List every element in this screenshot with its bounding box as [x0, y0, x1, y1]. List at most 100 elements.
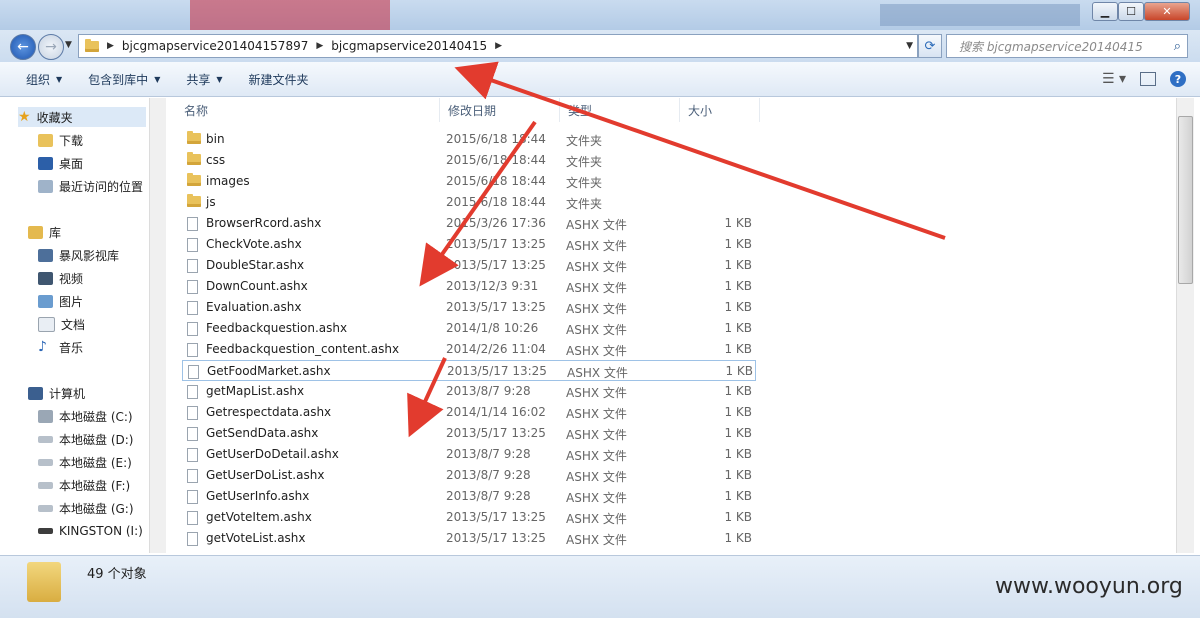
column-header-date[interactable]: 修改日期	[440, 98, 560, 122]
nav-label: 音乐	[59, 340, 84, 355]
nav-documents[interactable]: 文档	[38, 314, 85, 334]
file-date: 2013/5/17 13:25	[446, 258, 546, 272]
maximize-button[interactable]: ☐	[1118, 2, 1144, 21]
file-size: 1 KB	[724, 258, 752, 272]
file-date: 2013/8/7 9:28	[446, 447, 531, 461]
file-name: GetUserInfo.ashx	[206, 489, 310, 503]
file-row[interactable]: GetUserInfo.ashx 2013/8/7 9:28 ASHX 文件 1 KB	[182, 486, 756, 507]
file-type: ASHX 文件	[566, 218, 627, 232]
search-icon[interactable]: ⌕	[1174, 39, 1181, 54]
organize-menu[interactable]: 组织 ▼	[20, 68, 68, 91]
back-button[interactable]: ←	[10, 34, 36, 60]
file-name: getVoteList.ashx	[206, 531, 306, 545]
file-row[interactable]: Feedbackquestion.ashx 2014/1/8 10:26 ASHX …	[182, 318, 756, 339]
drive-icon	[38, 435, 53, 443]
chevron-right-icon[interactable]: ▶	[495, 41, 502, 51]
breadcrumb-item[interactable]: bjcgmapservice20140415	[331, 39, 487, 53]
folder-row[interactable]: css 2015/6/18 18:44 文件夹	[182, 150, 756, 171]
file-row[interactable]: getVoteItem.ashx 2013/5/17 13:25 ASHX 文件 1 …	[182, 507, 756, 528]
navigation-pane: ★ 收藏夹 下载 桌面 最近访问的位置 库 暴风影视库 视频 图片 文档 ♪ 音…	[8, 98, 148, 553]
nav-label: 本地磁盘 (D:)	[59, 432, 134, 447]
folder-icon	[187, 194, 201, 207]
file-name: Feedbackquestion_content.ashx	[206, 342, 400, 356]
document-icon	[38, 316, 55, 332]
folder-row[interactable]: images 2015/6/18 18:44 文件夹	[182, 171, 756, 192]
file-type: ASHX 文件	[566, 407, 627, 421]
nav-disk-f[interactable]: 本地磁盘 (F:)	[38, 475, 130, 495]
file-size: 1 KB	[725, 364, 753, 378]
file-row[interactable]: GetSendData.ashx 2013/5/17 13:25 ASHX 文件 1 …	[182, 423, 756, 444]
file-row[interactable]: Getrespectdata.ashx 2014/1/14 16:02 ASHX 文…	[182, 402, 756, 423]
file-row[interactable]: GetFoodMarket.ashx 2013/5/17 13:25 ASHX 文件…	[182, 360, 756, 381]
file-size: 1 KB	[724, 321, 752, 335]
forward-button[interactable]: →	[38, 34, 64, 60]
library-icon	[28, 225, 43, 239]
help-icon[interactable]: ?	[1170, 71, 1186, 87]
nav-label: 本地磁盘 (F:)	[59, 478, 131, 493]
nav-downloads[interactable]: 下载	[38, 130, 83, 150]
nav-videos[interactable]: 视频	[38, 268, 83, 288]
nav-baofeng[interactable]: 暴风影视库	[38, 245, 119, 265]
file-row[interactable]: getVoteList.ashx 2013/5/17 13:25 ASHX 文件 1 …	[182, 528, 756, 549]
nav-disk-d[interactable]: 本地磁盘 (D:)	[38, 429, 133, 449]
folder-row[interactable]: bin 2015/6/18 18:44 文件夹	[182, 129, 756, 150]
file-type: ASHX 文件	[566, 239, 627, 253]
file-row[interactable]: BrowserRcord.ashx 2015/3/26 17:36 ASHX 文件 1…	[182, 213, 756, 234]
nav-music[interactable]: ♪ 音乐	[38, 337, 83, 357]
nav-pictures[interactable]: 图片	[38, 291, 83, 311]
column-label: 大小	[688, 103, 713, 118]
column-header-name[interactable]: 名称	[176, 98, 440, 122]
new-folder-button[interactable]: 新建文件夹	[243, 68, 315, 91]
minimize-button[interactable]: ▁	[1092, 2, 1118, 21]
scrollbar-thumb[interactable]	[1178, 116, 1193, 284]
chevron-down-icon: ▼	[154, 74, 161, 84]
search-input[interactable]: 搜索 bjcgmapservice20140415	[947, 38, 1174, 55]
folder-row[interactable]: js 2015/6/18 18:44 文件夹	[182, 192, 756, 213]
share-menu[interactable]: 共享 ▼	[180, 68, 228, 91]
include-library-menu[interactable]: 包含到库中 ▼	[82, 68, 166, 91]
file-icon	[187, 427, 198, 441]
file-type: 文件夹	[566, 176, 603, 190]
folder-icon	[27, 562, 61, 602]
address-bar[interactable]: ▶ bjcgmapservice201404157897 ▶ bjcgmapse…	[78, 34, 918, 58]
file-row[interactable]: DoubleStar.ashx 2013/5/17 13:25 ASHX 文件 1 K…	[182, 255, 756, 276]
preview-pane-icon[interactable]	[1140, 72, 1156, 86]
file-row[interactable]: getMapList.ashx 2013/8/7 9:28 ASHX 文件 1 KB	[182, 381, 756, 402]
nav-kingston[interactable]: KINGSTON (I:)	[38, 521, 143, 541]
nav-disk-e[interactable]: 本地磁盘 (E:)	[38, 452, 132, 472]
navigation-pane-scrollbar[interactable]	[149, 98, 166, 553]
file-name: images	[206, 174, 250, 188]
nav-recent[interactable]: 最近访问的位置	[38, 176, 143, 196]
file-row[interactable]: GetUserDoList.ashx 2013/8/7 9:28 ASHX 文件 1 …	[182, 465, 756, 486]
file-row[interactable]: GetUserDoDetail.ashx 2013/8/7 9:28 ASHX 文件…	[182, 444, 756, 465]
refresh-button[interactable]: ⟳	[918, 34, 942, 58]
breadcrumb-item[interactable]: bjcgmapservice201404157897	[122, 39, 308, 53]
column-label: 名称	[184, 103, 209, 118]
column-header-size[interactable]: 大小	[680, 98, 760, 122]
nav-disk-c[interactable]: 本地磁盘 (C:)	[38, 406, 133, 426]
view-options-icon[interactable]: ☰ ▾	[1102, 71, 1126, 87]
history-dropdown-icon[interactable]: ▼	[65, 40, 72, 50]
file-row[interactable]: DownCount.ashx 2013/12/3 9:31 ASHX 文件 1 KB	[182, 276, 756, 297]
drive-icon	[38, 458, 53, 466]
close-button[interactable]: ✕	[1144, 2, 1190, 21]
file-date: 2014/1/14 16:02	[446, 405, 546, 419]
nav-desktop[interactable]: 桌面	[38, 153, 83, 173]
drive-icon	[38, 409, 53, 423]
file-row[interactable]: Evaluation.ashx 2013/5/17 13:25 ASHX 文件 1 K…	[182, 297, 756, 318]
nav-favorites[interactable]: ★ 收藏夹	[18, 107, 146, 127]
file-list: 名称 修改日期 类型 大小 bin 2015/6/18 18:44 文件夹 css 20…	[168, 98, 1174, 553]
nav-computer[interactable]: 计算机	[28, 383, 85, 403]
folder-icon	[187, 152, 201, 165]
file-size: 1 KB	[724, 510, 752, 524]
address-dropdown-icon[interactable]: ▼	[906, 41, 913, 51]
file-row[interactable]: Feedbackquestion_content.ashx 2014/2/26 1…	[182, 339, 756, 360]
column-header-type[interactable]: 类型	[560, 98, 680, 122]
file-row[interactable]: CheckVote.ashx 2013/5/17 13:25 ASHX 文件 1 KB	[182, 234, 756, 255]
file-type: ASHX 文件	[566, 323, 627, 337]
nav-libraries[interactable]: 库	[28, 222, 61, 242]
nav-disk-g[interactable]: 本地磁盘 (G:)	[38, 498, 134, 518]
search-box[interactable]: 搜索 bjcgmapservice20140415 ⌕	[946, 34, 1188, 58]
file-icon	[187, 238, 198, 252]
file-type: ASHX 文件	[566, 302, 627, 316]
